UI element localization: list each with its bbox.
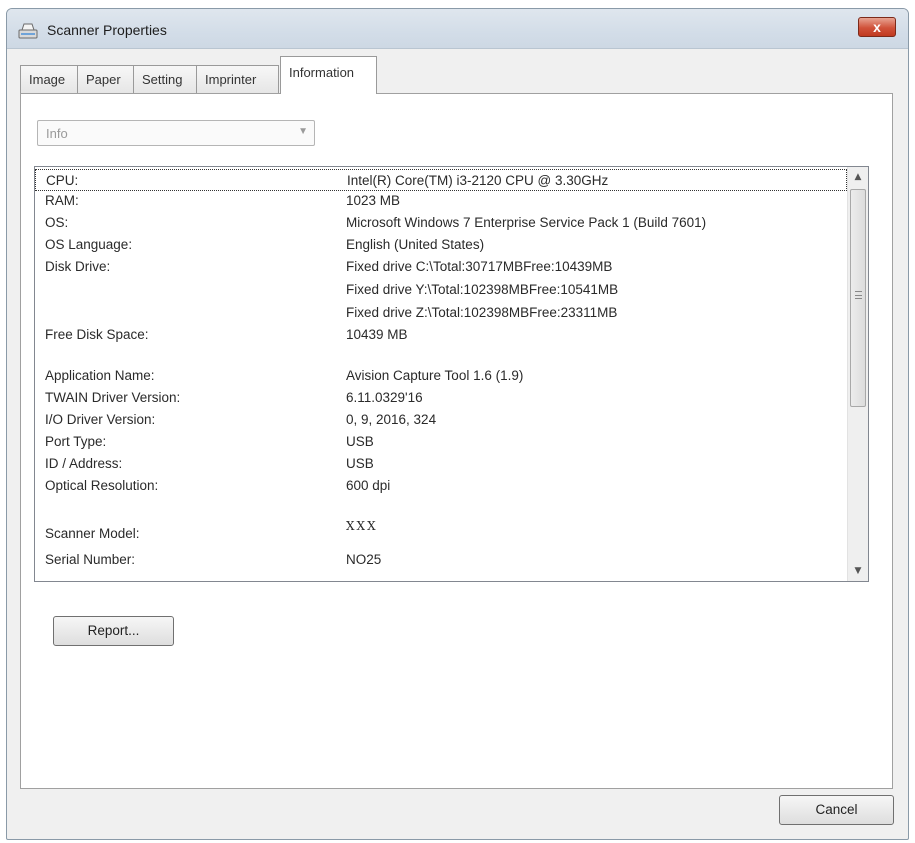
info-value: NO25: [346, 552, 382, 567]
info-key: Free Disk Space:: [45, 327, 149, 342]
info-value: USB: [346, 434, 374, 449]
info-key: RAM:: [45, 193, 79, 208]
info-value: Intel(R) Core(TM) i3-2120 CPU @ 3.30GHz: [347, 173, 609, 188]
list-item[interactable]: Port Type: USB: [35, 431, 847, 453]
info-list[interactable]: CPU: Intel(R) Core(TM) i3-2120 CPU @ 3.3…: [34, 166, 869, 582]
vertical-scrollbar[interactable]: ▲ ▼: [847, 167, 868, 581]
list-item[interactable]: Free Disk Space: 10439 MB: [35, 324, 847, 346]
window-title: Scanner Properties: [47, 22, 167, 38]
info-value: 10439 MB: [346, 327, 408, 342]
tab-paper[interactable]: Paper: [77, 65, 134, 93]
list-item[interactable]: Fixed drive Y:\Total:102398MBFree:10541M…: [35, 279, 847, 301]
info-value: 1023 MB: [346, 193, 401, 208]
info-key: CPU:: [46, 173, 79, 188]
scanner-properties-window: Scanner Properties x Image Paper Setting…: [6, 8, 909, 840]
info-key: OS Language:: [45, 237, 133, 252]
tab-label: Information: [289, 65, 355, 80]
info-key: OS:: [45, 215, 69, 230]
list-item[interactable]: Disk Drive: Fixed drive C:\Total:30717MB…: [35, 256, 847, 278]
info-value: 600 dpi: [346, 478, 391, 493]
list-item[interactable]: Optical Resolution: 600 dpi: [35, 475, 847, 497]
info-key: Port Type:: [45, 434, 107, 449]
scroll-down-arrow-icon[interactable]: ▼: [848, 561, 868, 581]
list-item[interactable]: TWAIN Driver Version: 6.11.0329'16: [35, 387, 847, 409]
tab-setting[interactable]: Setting: [133, 65, 197, 93]
scrollbar-thumb[interactable]: [850, 189, 866, 407]
scanner-icon: [18, 23, 38, 39]
info-value: Fixed drive Z:\Total:102398MBFree:23311M…: [346, 305, 618, 320]
grip-icon: [855, 291, 862, 299]
close-button[interactable]: x: [858, 17, 896, 37]
info-value: English (United States): [346, 237, 485, 252]
info-dropdown-value: Info: [46, 126, 68, 141]
title-bar[interactable]: Scanner Properties x: [7, 9, 908, 49]
info-value: Fixed drive Y:\Total:102398MBFree:10541M…: [346, 282, 619, 297]
tab-label: Paper: [86, 72, 121, 87]
list-item[interactable]: ID / Address: USB: [35, 453, 847, 475]
tab-image[interactable]: Image: [20, 65, 78, 93]
info-key: Scanner Model:: [45, 526, 140, 541]
info-value: Avision Capture Tool 1.6 (1.9): [346, 368, 524, 383]
report-button[interactable]: Report...: [53, 616, 174, 646]
info-value: USB: [346, 456, 374, 471]
info-key: Optical Resolution:: [45, 478, 159, 493]
info-dropdown[interactable]: Info ▼: [37, 120, 315, 146]
info-key: I/O Driver Version:: [45, 412, 156, 427]
list-item[interactable]: Serial Number: NO25: [35, 549, 847, 571]
info-value: 0, 9, 2016, 324: [346, 412, 437, 427]
info-value: 6.11.0329'16: [346, 390, 423, 405]
list-item[interactable]: Fixed drive Z:\Total:102398MBFree:23311M…: [35, 302, 847, 324]
tab-label: Image: [29, 72, 66, 87]
information-panel: Info ▼ CPU: Intel(R) Core(TM) i3-2120 CP…: [20, 93, 893, 789]
list-item[interactable]: I/O Driver Version: 0, 9, 2016, 324: [35, 409, 847, 431]
info-key: TWAIN Driver Version:: [45, 390, 181, 405]
info-key: Application Name:: [45, 368, 155, 383]
info-key: ID / Address:: [45, 456, 123, 471]
list-item[interactable]: OS Language: English (United States): [35, 234, 847, 256]
tab-imprinter[interactable]: Imprinter: [196, 65, 279, 93]
list-item[interactable]: OS: Microsoft Windows 7 Enterprise Servi…: [35, 212, 847, 234]
info-key: Serial Number:: [45, 552, 136, 567]
list-item[interactable]: Application Name: Avision Capture Tool 1…: [35, 365, 847, 387]
tab-label: Setting: [142, 72, 183, 87]
scroll-up-arrow-icon[interactable]: ▲: [848, 167, 868, 187]
tab-label: Imprinter: [205, 72, 257, 87]
cancel-button[interactable]: Cancel: [779, 795, 894, 825]
tab-information[interactable]: Information: [280, 56, 377, 94]
info-rows: CPU: Intel(R) Core(TM) i3-2120 CPU @ 3.3…: [35, 167, 847, 581]
close-icon: x: [873, 19, 881, 35]
list-item[interactable]: Scanner Model: XXX: [35, 519, 847, 545]
list-item[interactable]: RAM: 1023 MB: [35, 190, 847, 212]
chevron-down-icon: ▼: [298, 126, 308, 137]
info-key: Disk Drive:: [45, 259, 111, 274]
info-value: XXX: [346, 519, 378, 533]
info-value: Microsoft Windows 7 Enterprise Service P…: [346, 215, 707, 230]
list-item[interactable]: CPU: Intel(R) Core(TM) i3-2120 CPU @ 3.3…: [35, 169, 847, 191]
info-value: Fixed drive C:\Total:30717MBFree:10439MB: [346, 259, 613, 274]
